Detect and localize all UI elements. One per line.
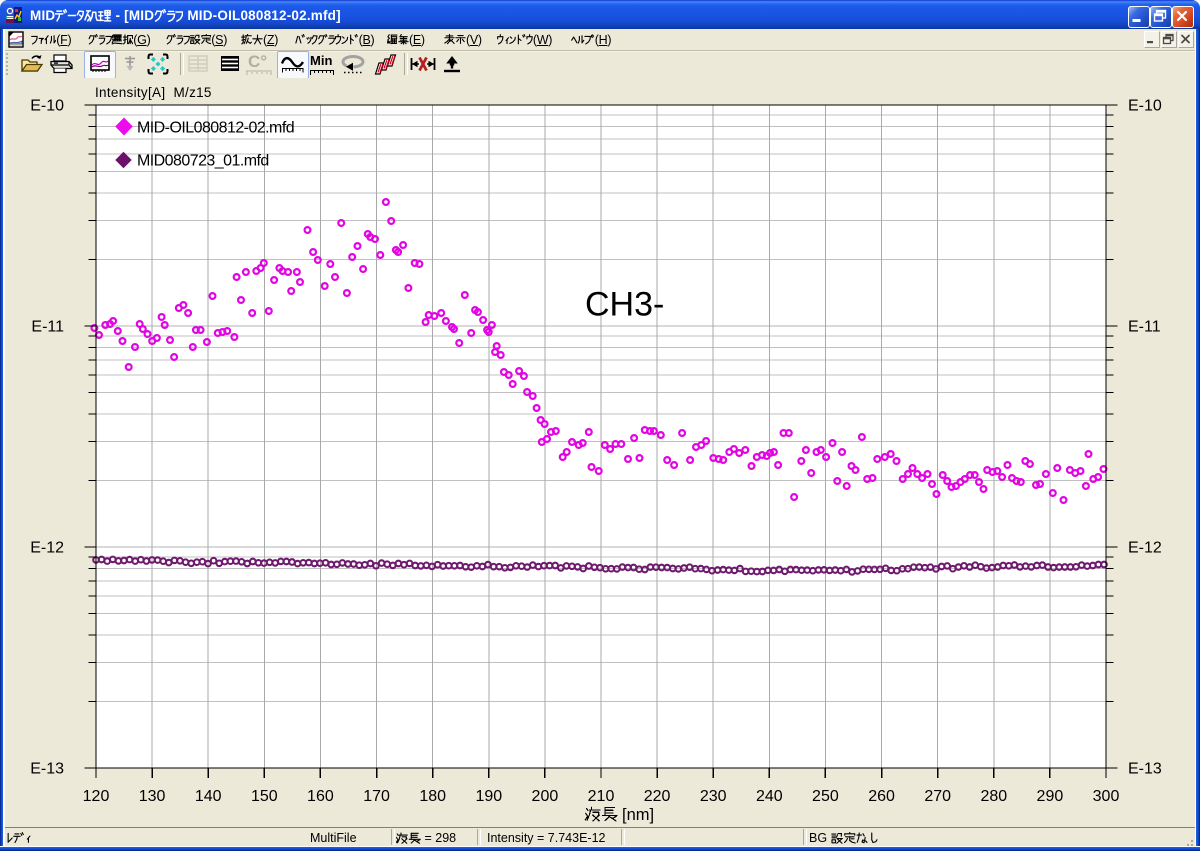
svg-text:MID-OIL080812-02.mfd: MID-OIL080812-02.mfd bbox=[137, 120, 294, 137]
svg-text:210: 210 bbox=[588, 788, 615, 805]
svg-text:E-12: E-12 bbox=[1128, 540, 1162, 557]
svg-text:130: 130 bbox=[139, 788, 166, 805]
svg-text:180: 180 bbox=[419, 788, 446, 805]
svg-text:E-10: E-10 bbox=[1128, 98, 1162, 115]
svg-text:190: 190 bbox=[475, 788, 502, 805]
svg-text:220: 220 bbox=[644, 788, 671, 805]
svg-text:170: 170 bbox=[363, 788, 390, 805]
svg-text:120: 120 bbox=[83, 788, 110, 805]
svg-text:140: 140 bbox=[195, 788, 222, 805]
svg-text:280: 280 bbox=[980, 788, 1007, 805]
svg-text:Intensity[A] M/z15: Intensity[A] M/z15 bbox=[95, 85, 212, 100]
svg-text:E-13: E-13 bbox=[30, 761, 64, 778]
svg-text:[nm]: [nm] bbox=[622, 806, 654, 824]
svg-text:160: 160 bbox=[307, 788, 334, 805]
svg-text:270: 270 bbox=[924, 788, 951, 805]
svg-text:E-12: E-12 bbox=[30, 540, 64, 557]
svg-text:E-10: E-10 bbox=[30, 98, 64, 115]
svg-text:CH3-: CH3- bbox=[585, 286, 664, 324]
svg-text:150: 150 bbox=[251, 788, 278, 805]
svg-text:MID080723_01.mfd: MID080723_01.mfd bbox=[137, 153, 269, 170]
svg-text:240: 240 bbox=[756, 788, 783, 805]
svg-text:E-13: E-13 bbox=[1128, 761, 1162, 778]
svg-text:230: 230 bbox=[700, 788, 727, 805]
svg-text:E-11: E-11 bbox=[1128, 319, 1161, 336]
svg-text:300: 300 bbox=[1093, 788, 1120, 805]
svg-text:200: 200 bbox=[532, 788, 559, 805]
svg-text:260: 260 bbox=[868, 788, 895, 805]
svg-text:E-11: E-11 bbox=[31, 319, 64, 336]
svg-text:250: 250 bbox=[812, 788, 839, 805]
svg-text:290: 290 bbox=[1037, 788, 1064, 805]
